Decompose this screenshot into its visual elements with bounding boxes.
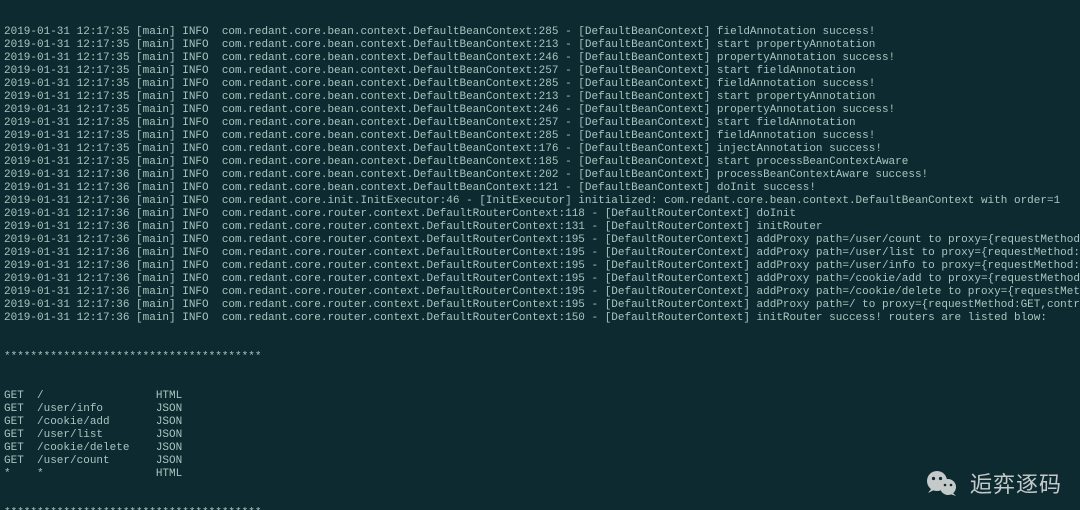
log-line: 2019-01-31 12:17:36 [main] INFO com.reda…	[4, 182, 1076, 195]
log-lines: 2019-01-31 12:17:35 [main] INFO com.reda…	[4, 26, 1076, 325]
log-line: 2019-01-31 12:17:36 [main] INFO com.reda…	[4, 195, 1076, 208]
route-row: GET /cookie/add JSON	[4, 416, 1076, 429]
routes-table: GET / HTMLGET /user/info JSONGET /cookie…	[4, 390, 1076, 481]
log-line: 2019-01-31 12:17:35 [main] INFO com.reda…	[4, 143, 1076, 156]
route-row: * * HTML	[4, 468, 1076, 481]
separator-top: ***************************************	[4, 351, 1076, 364]
log-line: 2019-01-31 12:17:36 [main] INFO com.reda…	[4, 247, 1076, 260]
log-line: 2019-01-31 12:17:35 [main] INFO com.reda…	[4, 39, 1076, 52]
log-line: 2019-01-31 12:17:36 [main] INFO com.reda…	[4, 169, 1076, 182]
log-line: 2019-01-31 12:17:35 [main] INFO com.reda…	[4, 65, 1076, 78]
log-line: 2019-01-31 12:17:36 [main] INFO com.reda…	[4, 299, 1076, 312]
log-line: 2019-01-31 12:17:36 [main] INFO com.reda…	[4, 221, 1076, 234]
log-line: 2019-01-31 12:17:35 [main] INFO com.reda…	[4, 130, 1076, 143]
route-row: GET /cookie/delete JSON	[4, 442, 1076, 455]
log-line: 2019-01-31 12:17:36 [main] INFO com.reda…	[4, 234, 1076, 247]
terminal-output: 2019-01-31 12:17:35 [main] INFO com.reda…	[0, 0, 1080, 510]
log-line: 2019-01-31 12:17:35 [main] INFO com.reda…	[4, 104, 1076, 117]
route-row: GET / HTML	[4, 390, 1076, 403]
log-line: 2019-01-31 12:17:36 [main] INFO com.reda…	[4, 273, 1076, 286]
log-line: 2019-01-31 12:17:36 [main] INFO com.reda…	[4, 312, 1076, 325]
log-line: 2019-01-31 12:17:36 [main] INFO com.reda…	[4, 260, 1076, 273]
log-line: 2019-01-31 12:17:35 [main] INFO com.reda…	[4, 91, 1076, 104]
log-line: 2019-01-31 12:17:36 [main] INFO com.reda…	[4, 286, 1076, 299]
route-row: GET /user/list JSON	[4, 429, 1076, 442]
route-row: GET /user/info JSON	[4, 403, 1076, 416]
log-line: 2019-01-31 12:17:35 [main] INFO com.reda…	[4, 26, 1076, 39]
route-row: GET /user/count JSON	[4, 455, 1076, 468]
log-line: 2019-01-31 12:17:35 [main] INFO com.reda…	[4, 156, 1076, 169]
log-line: 2019-01-31 12:17:35 [main] INFO com.reda…	[4, 78, 1076, 91]
log-line: 2019-01-31 12:17:35 [main] INFO com.reda…	[4, 117, 1076, 130]
log-line: 2019-01-31 12:17:35 [main] INFO com.reda…	[4, 52, 1076, 65]
log-line: 2019-01-31 12:17:36 [main] INFO com.reda…	[4, 208, 1076, 221]
